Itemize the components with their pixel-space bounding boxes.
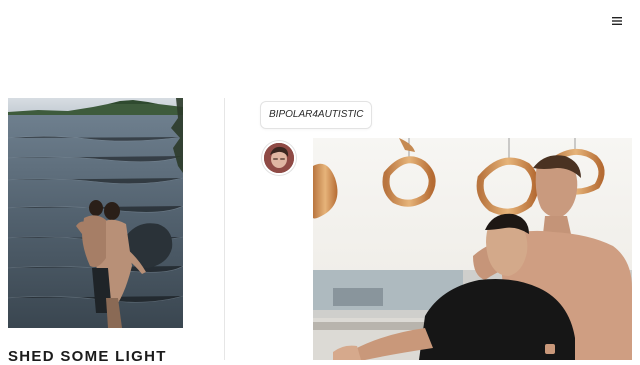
menu-button[interactable] — [610, 14, 624, 28]
hamburger-menu-icon — [612, 17, 622, 25]
post-photo[interactable] — [313, 138, 632, 360]
avatar[interactable] — [262, 141, 296, 175]
lake-photo-image — [8, 98, 183, 328]
column-divider — [224, 98, 225, 360]
post-image — [313, 138, 632, 360]
avatar-image — [264, 143, 294, 173]
sidebar-photo[interactable] — [8, 98, 183, 328]
sidebar-title[interactable]: SHED SOME LIGHT — [8, 348, 167, 365]
blog-name-tag[interactable]: BIPOLAR4AUTISTIC — [260, 101, 373, 129]
